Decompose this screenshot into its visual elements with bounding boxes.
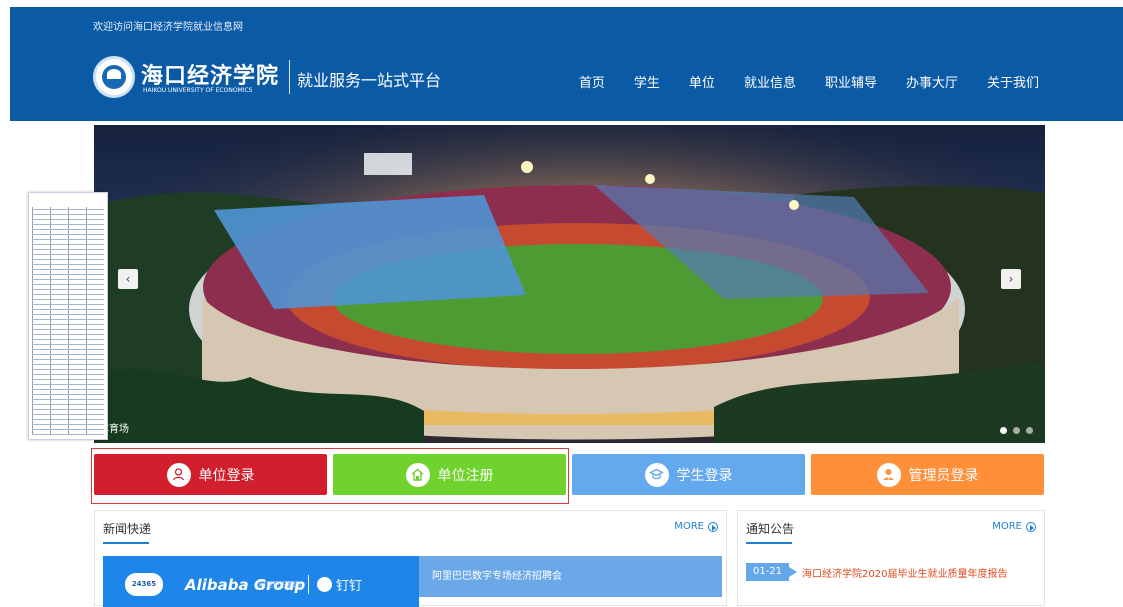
chevron-left-icon: ‹ [125, 272, 131, 286]
nav-home[interactable]: 首页 [579, 72, 605, 91]
brand-divider [308, 575, 309, 594]
nav-student[interactable]: 学生 [634, 72, 660, 91]
student-login-button[interactable]: 学生登录 [572, 454, 805, 495]
notice-panel: 通知公告 MORE 01-21 海口经济学院2020届毕业生就业质量年度报告 [737, 510, 1045, 606]
news-title: 新闻快递 [103, 522, 152, 536]
news-headline[interactable]: 阿里巴巴数字专场经济招聘会 [419, 556, 722, 597]
nav-about-us[interactable]: 关于我们 [987, 72, 1039, 91]
home-icon [405, 462, 430, 487]
banner-dot-1[interactable] [1000, 427, 1007, 434]
university-emblem-icon [93, 56, 135, 98]
banner-dot-2[interactable] [1013, 427, 1020, 434]
news-feature-image[interactable]: 24365 Alibaba Group 阿里巴巴集团 钉钉 [103, 556, 419, 607]
logo-divider [289, 60, 290, 94]
banner-next-button[interactable]: › [1001, 269, 1021, 289]
nav-service-hall[interactable]: 办事大厅 [906, 72, 958, 91]
play-circle-icon [708, 521, 718, 532]
banner-previous-button[interactable]: ‹ [118, 269, 138, 289]
chevron-right-icon: › [1008, 272, 1014, 286]
campus-recruitment-badge: 24365 [125, 573, 163, 596]
site-header: 欢迎访问海口经济学院就业信息网 海口经济学院 HAIKOU UNIVERSITY… [10, 7, 1123, 121]
user-icon [166, 462, 191, 487]
banner-dot-3[interactable] [1026, 427, 1033, 434]
dingtalk-label: 钉钉 [336, 579, 363, 594]
play-circle-icon [1026, 521, 1036, 532]
main-navigation: 首页 学生 单位 就业信息 职业辅导 办事大厅 关于我们 [579, 72, 1039, 91]
employer-login-label: 单位登录 [198, 467, 255, 484]
platform-name: 就业服务一站式平台 [297, 71, 442, 90]
employer-login-button[interactable]: 单位登录 [94, 454, 327, 495]
news-more-label: MORE [674, 521, 704, 532]
employer-register-button[interactable]: 单位注册 [333, 454, 566, 495]
nav-employer[interactable]: 单位 [689, 72, 715, 91]
university-name: 海口经济学院 [141, 63, 280, 89]
nav-job-info[interactable]: 就业信息 [744, 72, 796, 91]
welcome-text: 欢迎访问海口经济学院就业信息网 [93, 22, 243, 33]
nav-career-guidance[interactable]: 职业辅导 [825, 72, 877, 91]
student-login-label: 学生登录 [676, 467, 733, 484]
notice-more-label: MORE [992, 521, 1022, 532]
floating-report-thumbnail[interactable] [28, 192, 108, 440]
site-logo[interactable]: 海口经济学院 HAIKOU UNIVERSITY OF ECONOMICS 就业… [93, 56, 441, 102]
alibaba-brand-subtitle: 阿里巴巴集团 [259, 581, 301, 589]
report-table-preview [32, 207, 104, 435]
notice-item-title: 海口经济学院2020届毕业生就业质量年度报告 [802, 568, 1008, 580]
admin-icon [876, 462, 901, 487]
notice-more-link[interactable]: MORE [992, 521, 1036, 532]
university-english-name: HAIKOU UNIVERSITY OF ECONOMICS [143, 87, 253, 94]
dingtalk-icon [317, 577, 332, 592]
news-title-underline [103, 542, 149, 544]
admin-login-label: 管理员登录 [908, 467, 979, 484]
notice-title: 通知公告 [746, 522, 795, 536]
notice-list-item[interactable]: 01-21 海口经济学院2020届毕业生就业质量年度报告 [746, 563, 1007, 581]
dingtalk-brand: 钉钉 [317, 575, 362, 594]
admin-login-button[interactable]: 管理员登录 [811, 454, 1044, 495]
banner-pagination [1000, 427, 1033, 434]
notice-title-underline [746, 542, 792, 544]
news-panel: 新闻快递 MORE 24365 Alibaba Group 阿里巴巴集团 钉钉 … [94, 510, 727, 607]
employer-register-label: 单位注册 [437, 467, 494, 484]
page-frame: 欢迎访问海口经济学院就业信息网 海口经济学院 HAIKOU UNIVERSITY… [10, 7, 1123, 607]
news-more-link[interactable]: MORE [674, 521, 718, 532]
notice-date: 01-21 [746, 563, 797, 581]
banner-carousel[interactable]: ‹ › 体育场 [94, 125, 1045, 443]
stadium-banner-image [94, 125, 1045, 443]
graduation-icon [644, 462, 669, 487]
